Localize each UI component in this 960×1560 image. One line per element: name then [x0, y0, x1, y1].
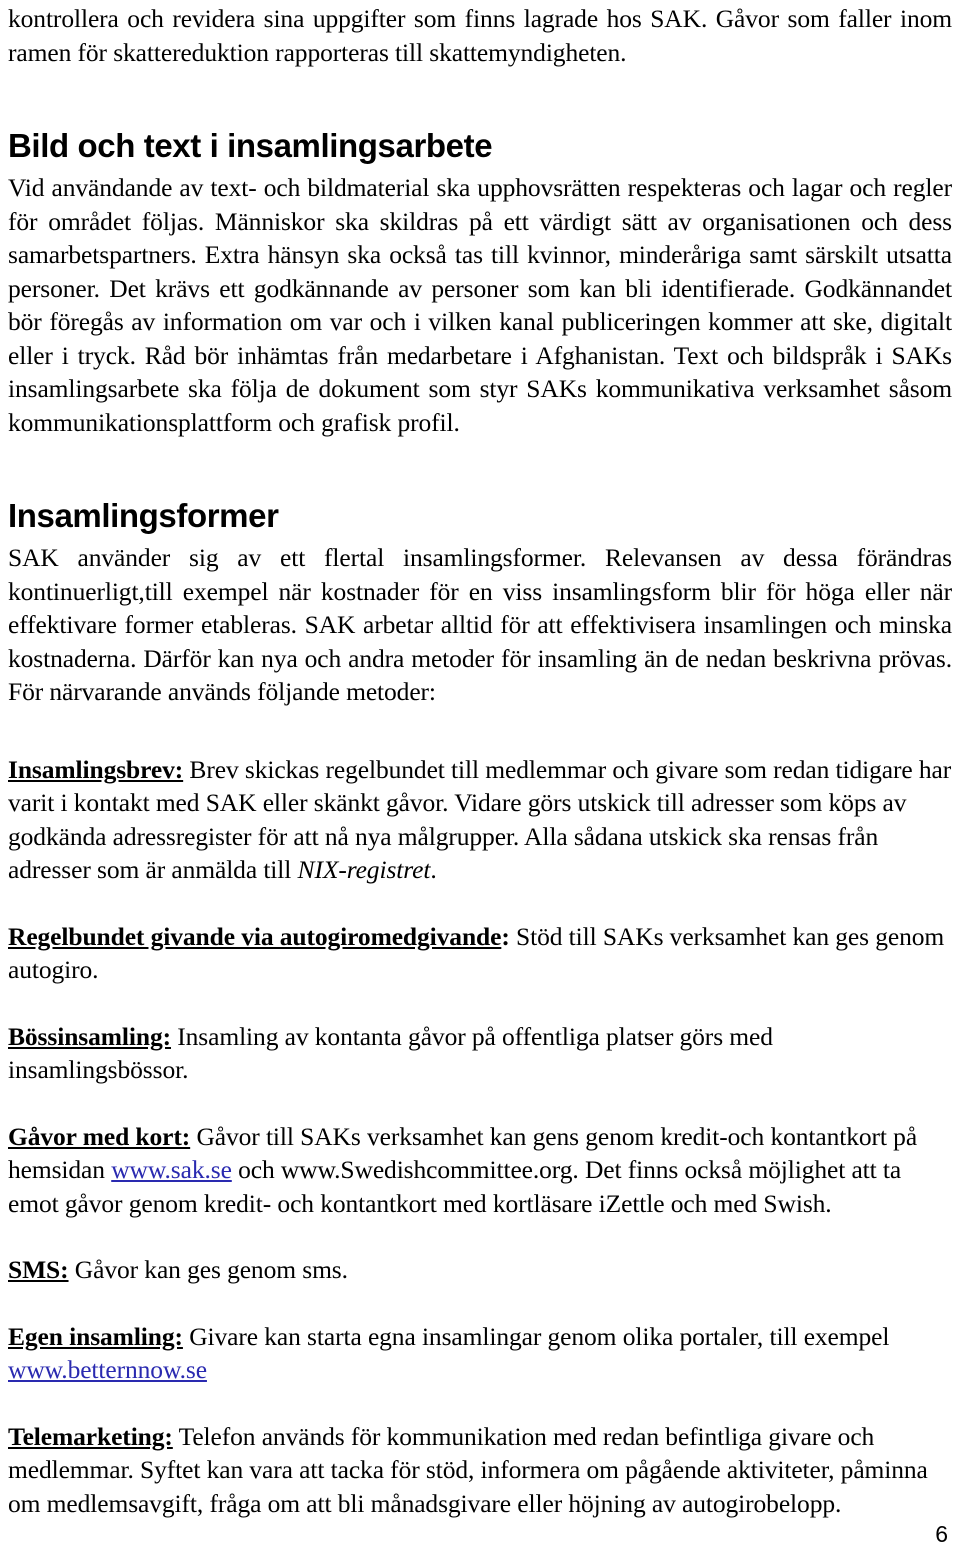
term-autogiromedgivande-colon: : — [501, 921, 510, 951]
term-telemarketing: Telemarketing: — [8, 1421, 173, 1451]
heading-insamlingsformer: Insamlingsformer — [8, 497, 279, 534]
method-sms: SMS: Gåvor kan ges genom sms. — [8, 1253, 952, 1287]
term-autogiromedgivande: Regelbundet givande via autogiromedgivan… — [8, 921, 502, 951]
paragraph-insamlingsformer: SAK använder sig av ett flertal insamlin… — [8, 543, 952, 706]
link-www-betternnow-se[interactable]: www.betternnow.se — [8, 1355, 207, 1384]
paragraph-bild-och-text: Vid användande av text- och bildmaterial… — [8, 173, 952, 437]
nix-registret-italic: NIX-registret — [297, 855, 431, 884]
document-page: kontrollera och revidera sina uppgifter … — [0, 0, 960, 1560]
method-egen-insamling: Egen insamling: Givare kan starta egna i… — [8, 1320, 952, 1387]
intro-paragraph: kontrollera och revidera sina uppgifter … — [8, 4, 952, 67]
method-insamlingsbrev-text-2: . — [430, 855, 437, 884]
term-egen-insamling: Egen insamling: — [8, 1321, 183, 1351]
method-sms-text: Gåvor kan ges genom sms. — [68, 1255, 348, 1284]
method-insamlingsbrev: Insamlingsbrev: Brev skickas regelbundet… — [8, 753, 952, 887]
method-autogiromedgivande: Regelbundet givande via autogiromedgivan… — [8, 920, 952, 987]
method-telemarketing: Telemarketing: Telefon används för kommu… — [8, 1420, 952, 1521]
term-bossinsamling: Bössinsamling: — [8, 1021, 171, 1051]
page-number: 6 — [935, 1521, 948, 1547]
method-gavor-med-kort: Gåvor med kort: Gåvor till SAKs verksamh… — [8, 1120, 952, 1221]
link-www-sak-se[interactable]: www.sak.se — [111, 1155, 232, 1184]
heading-bild-och-text: Bild och text i insamlingsarbete — [8, 127, 493, 164]
term-insamlingsbrev: Insamlingsbrev: — [8, 754, 184, 784]
method-bossinsamling: Bössinsamling: Insamling av kontanta gåv… — [8, 1020, 952, 1087]
term-sms: SMS: — [8, 1255, 69, 1284]
method-egen-insamling-text-1: Givare kan starta egna insamlingar genom… — [182, 1321, 890, 1351]
term-gavor-med-kort: Gåvor med kort: — [8, 1121, 191, 1151]
